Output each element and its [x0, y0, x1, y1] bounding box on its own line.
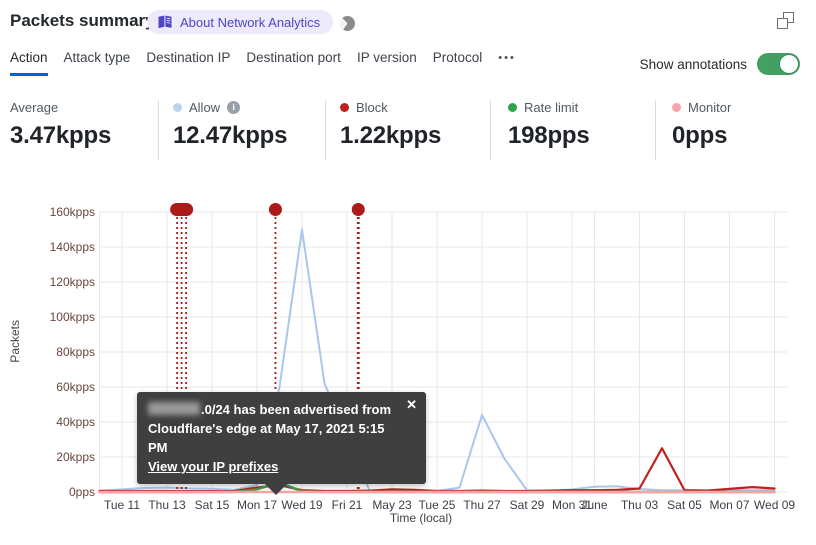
svg-text:Thu 03: Thu 03: [621, 498, 659, 512]
stat-label: Allow: [189, 99, 221, 115]
y-axis-title: Packets: [8, 320, 22, 363]
svg-text:Thu 13: Thu 13: [148, 498, 186, 512]
svg-text:40kpps: 40kpps: [56, 415, 95, 429]
tab-protocol[interactable]: Protocol: [433, 50, 483, 73]
svg-text:Sat 15: Sat 15: [195, 498, 230, 512]
stat-block: Block 1.22kpps: [340, 99, 441, 150]
svg-text:Wed 19: Wed 19: [281, 498, 322, 512]
usage-pie-icon[interactable]: [340, 16, 355, 31]
more-tabs-ellipsis-icon[interactable]: •••: [498, 50, 516, 72]
view-ip-prefixes-link[interactable]: View your IP prefixes: [148, 459, 278, 474]
tab-ip-version[interactable]: IP version: [357, 50, 417, 73]
divider: [158, 100, 159, 160]
svg-text:Mon 17: Mon 17: [237, 498, 277, 512]
info-icon[interactable]: i: [227, 100, 241, 114]
monitor-dot: [672, 102, 681, 112]
divider: [490, 100, 491, 160]
annotation-tooltip: ✕ .0/24 has been advertised from Cloudfl…: [137, 392, 426, 495]
allow-dot: [173, 102, 182, 112]
block-dot: [340, 102, 349, 112]
svg-text:Sat 29: Sat 29: [510, 498, 545, 512]
chart-canvas[interactable]: 0pps 20kpps 40kpps 60kpps 80kpps 100kpps 120kp…: [0, 190, 816, 545]
tab-destination-port[interactable]: Destination port: [246, 50, 341, 73]
close-icon[interactable]: ✕: [406, 398, 417, 411]
about-network-analytics-badge[interactable]: About Network Analytics: [147, 10, 334, 34]
svg-text:80kpps: 80kpps: [56, 345, 95, 359]
stat-value: 198pps: [508, 122, 590, 149]
stat-monitor: Monitor 0pps: [672, 99, 731, 150]
stat-value: 12.47kpps: [173, 122, 288, 149]
dimension-tabs: Action Attack type Destination IP Destin…: [10, 50, 516, 76]
rate-limit-dot: [508, 102, 517, 112]
divider: [325, 100, 326, 160]
svg-text:60kpps: 60kpps: [56, 380, 95, 394]
tooltip-line1: .0/24 has been advertised from: [148, 400, 400, 419]
tab-destination-ip[interactable]: Destination IP: [146, 50, 230, 73]
svg-text:Thu 27: Thu 27: [463, 498, 501, 512]
svg-text:160kpps: 160kpps: [50, 205, 95, 219]
svg-text:0pps: 0pps: [69, 485, 95, 499]
svg-text:100kpps: 100kpps: [50, 310, 95, 324]
packets-summary-widget: Packets summary About Network Analytics …: [0, 0, 816, 545]
svg-text:Mon 07: Mon 07: [709, 498, 749, 512]
svg-text:20kpps: 20kpps: [56, 450, 95, 464]
svg-text:Fri 21: Fri 21: [332, 498, 363, 512]
copy-window-icon[interactable]: [777, 12, 794, 29]
tab-attack-type[interactable]: Attack type: [64, 50, 131, 73]
tooltip-caret: [265, 484, 287, 495]
badge-label: About Network Analytics: [180, 14, 321, 30]
stat-label: Average: [10, 99, 59, 115]
svg-text:May 23: May 23: [372, 498, 412, 512]
packets-time-series-chart[interactable]: 0pps 20kpps 40kpps 60kpps 80kpps 100kpps 120kp…: [0, 190, 816, 545]
stat-value: 1.22kpps: [340, 122, 442, 149]
svg-text:120kpps: 120kpps: [50, 275, 95, 289]
stat-value: 3.47kpps: [10, 122, 112, 149]
book-icon: [157, 15, 173, 29]
stat-value: 0pps: [672, 122, 728, 149]
stat-allow: Allow i 12.47kpps: [173, 99, 287, 150]
x-axis-title: Time (local): [389, 511, 453, 525]
page-title: Packets summary: [10, 11, 155, 30]
svg-text:Tue 25: Tue 25: [419, 498, 456, 512]
svg-text:June: June: [581, 498, 607, 512]
redacted-ip-blur: [148, 402, 200, 415]
stat-average: Average 3.47kpps: [10, 99, 111, 150]
svg-text:Sat 05: Sat 05: [667, 498, 702, 512]
stat-label: Rate limit: [524, 99, 579, 115]
svg-text:Tue 11: Tue 11: [104, 498, 140, 512]
stat-label: Monitor: [688, 99, 732, 115]
stat-rate-limit: Rate limit 198pps: [508, 99, 590, 150]
svg-text:Wed 09: Wed 09: [754, 498, 795, 512]
show-annotations-label: Show annotations: [639, 56, 747, 72]
divider: [655, 100, 656, 160]
tooltip-line2: Cloudflare's edge at May 17, 2021 5:15 P…: [148, 421, 385, 455]
svg-text:140kpps: 140kpps: [50, 240, 95, 254]
show-annotations-toggle[interactable]: [757, 53, 800, 75]
tab-action[interactable]: Action: [10, 50, 48, 76]
stat-label: Block: [356, 99, 388, 115]
